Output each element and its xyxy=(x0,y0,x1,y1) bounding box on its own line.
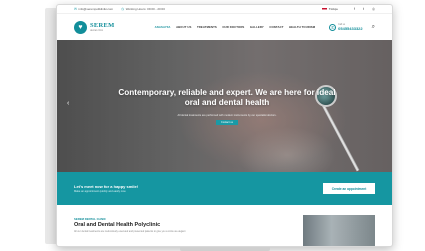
topbar-email-text: info@serempolikliniki.com xyxy=(78,7,114,11)
topbar-email[interactable]: ✉ info@serempolikliniki.com xyxy=(74,7,113,11)
appointment-band: Let's meet now for a happy smile! Make a… xyxy=(57,172,392,205)
clock-icon: ◷ xyxy=(121,7,125,11)
flag-icon xyxy=(322,7,328,11)
hero-title: Contemporary, reliable and expert. We ar… xyxy=(118,88,336,107)
topbar-hours-text: Working Hours: 09:00 - 20:00 xyxy=(125,7,165,11)
mail-icon: ✉ xyxy=(74,7,77,11)
hero-contact-button[interactable]: Contact us xyxy=(216,120,238,125)
logo-tagline: dental clinic xyxy=(90,28,104,32)
website-screenshot: ✉ info@serempolikliniki.com ◷ Working Ho… xyxy=(56,4,393,247)
phone-icon: ✆ xyxy=(329,23,337,31)
create-appointment-button[interactable]: Create an appointment xyxy=(323,183,375,194)
chevron-left-icon[interactable]: ‹ xyxy=(67,100,69,107)
site-header: ♥ SEREM dental clinic ANASAYFA ABOUT US … xyxy=(57,14,392,40)
call-number: 05455433322 xyxy=(338,25,363,31)
about-section: SEREM DENTAL CLINIC Oral and Dental Heal… xyxy=(57,205,392,246)
instagram-icon[interactable]: ◎ xyxy=(372,7,375,11)
tooth-icon: ♥ xyxy=(74,20,87,34)
facebook-icon[interactable]: f xyxy=(354,7,355,11)
about-description: All our dental treatments are meticulous… xyxy=(74,229,186,233)
cta-subtitle: Make an appointment quickly and easily n… xyxy=(74,190,127,193)
hero-subtitle: All dental treatments are performed with… xyxy=(177,114,277,117)
hero-slider: ‹ Contemporary, reliable and expert. We … xyxy=(57,40,392,172)
nav-item-home[interactable]: ANASAYFA xyxy=(155,25,171,29)
nav-item-contact[interactable]: CONTACT xyxy=(269,25,283,29)
call-box[interactable]: ✆ Call us 05455433322 xyxy=(329,23,363,31)
site-logo[interactable]: ♥ SEREM dental clinic xyxy=(74,20,115,34)
top-bar: ✉ info@serempolikliniki.com ◷ Working Ho… xyxy=(57,5,392,14)
cta-title: Let's meet now for a happy smile! xyxy=(74,184,139,189)
twitter-icon[interactable]: t xyxy=(363,7,364,11)
nav-item-doctors[interactable]: OUR DOCTORS xyxy=(222,25,244,29)
main-nav: ANASAYFA ABOUT US TREATMENTS OUR DOCTORS… xyxy=(155,25,321,29)
language-selector[interactable]: Türkçe xyxy=(329,7,338,11)
nav-item-about[interactable]: ABOUT US xyxy=(176,25,191,29)
nav-item-gallery[interactable]: GALLERY xyxy=(250,25,264,29)
search-icon[interactable]: ⌕ xyxy=(372,24,375,31)
monitor-stand xyxy=(180,247,270,251)
clinic-image xyxy=(303,215,375,246)
topbar-hours: ◷ Working Hours: 09:00 - 20:00 xyxy=(121,7,165,11)
logo-name: SEREM xyxy=(90,21,115,29)
nav-item-treatments[interactable]: TREATMENTS xyxy=(197,25,217,29)
nav-item-health-tourism[interactable]: HEALTH TOURISM xyxy=(289,25,315,29)
